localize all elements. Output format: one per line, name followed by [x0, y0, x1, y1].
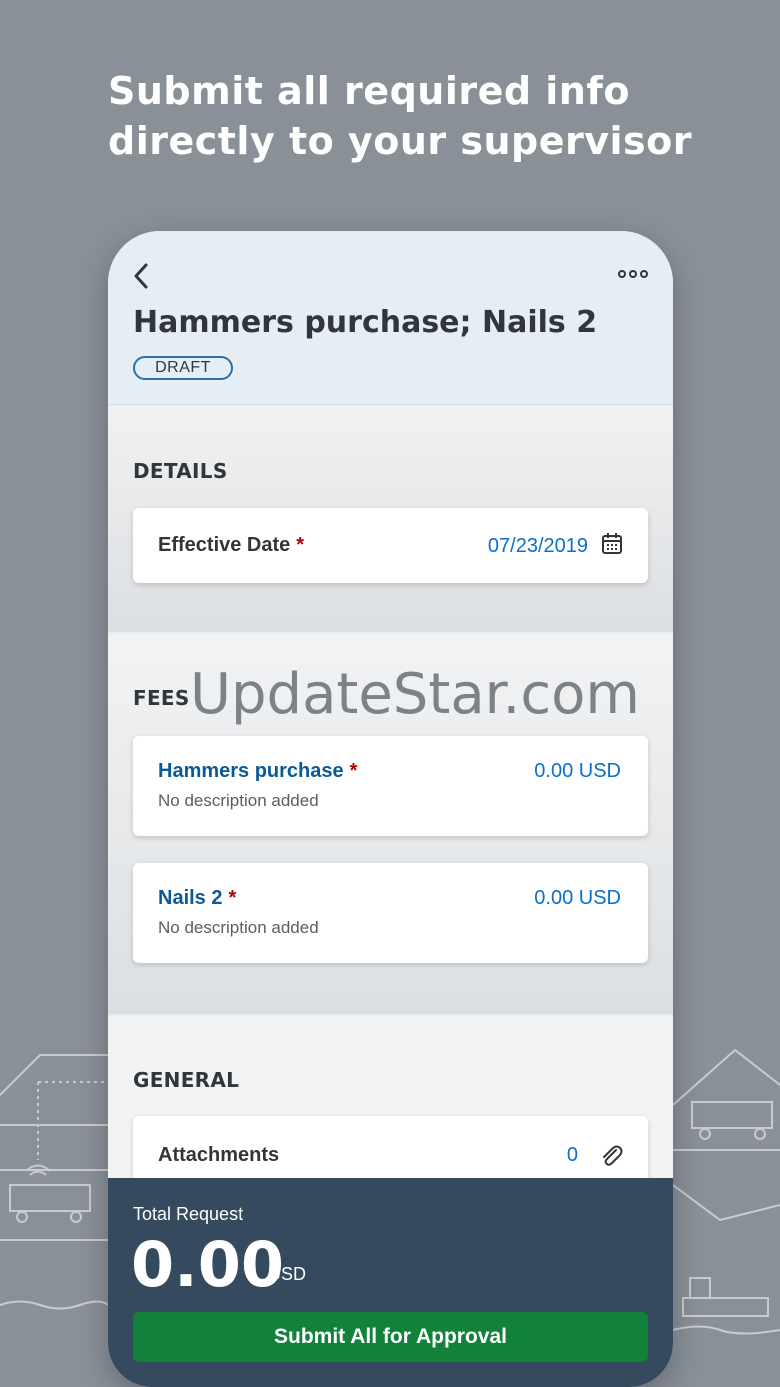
fee-item-amount: 0.00 USD [534, 887, 621, 909]
fee-item-name: Hammers purchase * [158, 760, 357, 783]
more-horizontal-icon[interactable] [613, 263, 653, 285]
required-marker: * [296, 534, 305, 556]
paperclip-icon[interactable] [599, 1142, 623, 1168]
required-marker: * [349, 760, 358, 782]
details-section-title: DETAILS [133, 459, 228, 483]
promo-headline-line2: directly to your supervisor [108, 119, 693, 163]
fee-item-name-text: Hammers purchase [158, 760, 344, 782]
submit-all-button[interactable]: Submit All for Approval [133, 1312, 648, 1362]
fee-item[interactable]: Hammers purchase * No description added 0… [133, 736, 648, 836]
effective-date-label-text: Effective Date [158, 534, 291, 556]
required-marker: * [228, 887, 237, 909]
attachments-label: Attachments [158, 1144, 280, 1166]
fee-item-description: No description added [158, 791, 319, 810]
effective-date-value[interactable]: 07/23/2019 [488, 535, 588, 558]
calendar-icon[interactable] [601, 532, 623, 556]
chevron-left-icon[interactable] [128, 259, 156, 293]
promo-headline: Submit all required info directly to you… [108, 66, 748, 166]
page-title: Hammers purchase; Nails 2 [133, 305, 598, 340]
general-section-title: GENERAL [133, 1068, 240, 1092]
total-request-label: Total Request [133, 1204, 244, 1224]
fee-item-amount: 0.00 USD [534, 760, 621, 782]
fee-item[interactable]: Nails 2 * No description added 0.00 USD [133, 863, 648, 963]
details-section: DETAILS Effective Date * 07/23/2019 [108, 406, 673, 632]
fee-item-description: No description added [158, 918, 319, 937]
fees-section: FEES UpdateStar.com Hammers purchase * No… [108, 634, 673, 1014]
total-request-value: 0.00 [131, 1228, 284, 1301]
object-header: Hammers purchase; Nails 2 DRAFT [108, 231, 673, 405]
effective-date-field[interactable]: Effective Date * 07/23/2019 [133, 508, 648, 583]
phone-screen: Hammers purchase; Nails 2 DRAFT DETAILS … [108, 231, 673, 1387]
fees-section-title: FEES [133, 686, 190, 710]
fee-item-name-text: Nails 2 [158, 887, 223, 909]
fee-item-name: Nails 2 * [158, 887, 236, 910]
footer-bar: Total Request 0.00 USD Submit All for Ap… [108, 1178, 673, 1387]
promo-headline-line1: Submit all required info [108, 69, 631, 113]
status-badge: DRAFT [133, 356, 233, 380]
watermark: UpdateStar.com [190, 662, 640, 727]
effective-date-label: Effective Date * [158, 534, 304, 557]
attachments-count: 0 [566, 1144, 578, 1166]
total-request-currency: USD [268, 1264, 307, 1284]
